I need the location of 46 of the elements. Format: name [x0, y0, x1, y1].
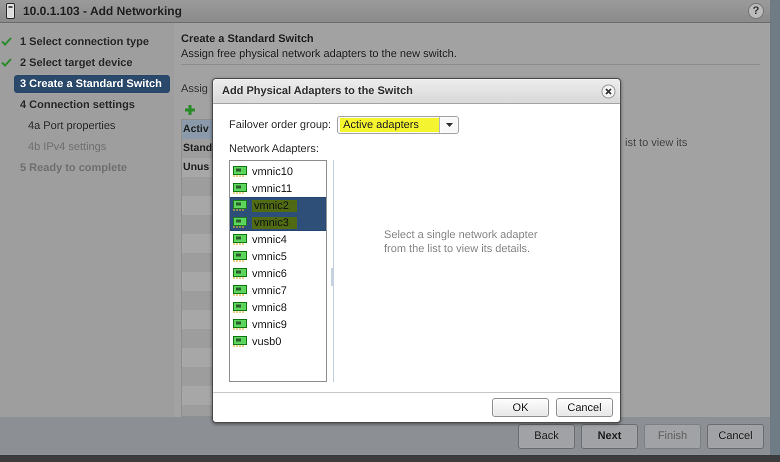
adapter-item[interactable]: vmnic8 [230, 299, 326, 316]
detail-hint: Select a single network adapter from the list to view its details. [384, 228, 538, 257]
adapters-label: Network Adapters: [229, 143, 320, 155]
adapter-item[interactable]: vmnic6 [230, 265, 326, 282]
network-card-icon [233, 166, 247, 177]
network-card-icon [233, 183, 247, 194]
network-card-icon [233, 251, 247, 262]
server-icon [6, 3, 15, 19]
dialog-title: Add Physical Adapters to the Switch [222, 85, 413, 97]
dialog-button[interactable]: OK [492, 398, 549, 417]
failover-label: Failover order group: [229, 119, 332, 131]
adapter-item[interactable]: vmnic11 [230, 180, 326, 197]
check-icon [1, 37, 12, 46]
network-card-icon [233, 217, 247, 228]
page-title: Create a Standard Switch [181, 33, 315, 45]
wizard-substep[interactable]: 4a Port properties [0, 117, 170, 135]
network-card-icon [233, 268, 247, 279]
wizard-step[interactable]: 4 Connection settings [0, 96, 170, 114]
adapter-item[interactable]: vmnic4 [230, 231, 326, 248]
adapter-item[interactable]: vmnic9 [230, 316, 326, 333]
wizard-button[interactable]: Next [581, 424, 638, 448]
network-card-icon [233, 336, 247, 347]
wizard-button[interactable]: Back [518, 424, 575, 448]
close-icon[interactable] [601, 84, 616, 98]
wizard-step[interactable]: 1 Select connection type [0, 33, 170, 51]
wizard-button[interactable]: Cancel [707, 424, 764, 448]
dialog-button[interactable]: Cancel [556, 398, 613, 417]
failover-dropdown[interactable]: Active adapters [337, 116, 460, 134]
check-icon [1, 58, 12, 67]
network-card-icon [233, 302, 247, 313]
network-card-icon [233, 285, 247, 296]
assign-label: Assig [181, 83, 208, 95]
caret-icon [446, 123, 453, 127]
adapter-item[interactable]: vmnic5 [230, 248, 326, 265]
detail-hint: ist to view its [625, 137, 688, 151]
adapter-item[interactable]: vmnic7 [230, 282, 326, 299]
help-button[interactable]: ? [748, 3, 764, 19]
network-card-icon [233, 234, 247, 245]
window-title: 10.0.1.103 - Add Networking [23, 4, 182, 18]
adapter-item[interactable]: vmnic10 [230, 163, 326, 180]
wizard-step[interactable]: 2 Select target device [0, 54, 170, 72]
wizard-step[interactable]: 3 Create a Standard Switch [14, 75, 170, 93]
network-card-icon [233, 200, 247, 211]
adapter-item[interactable]: vusb0 [230, 333, 326, 350]
network-card-icon [233, 319, 247, 330]
page-subtitle: Assign free physical network adapters to the new switch. [181, 48, 458, 60]
